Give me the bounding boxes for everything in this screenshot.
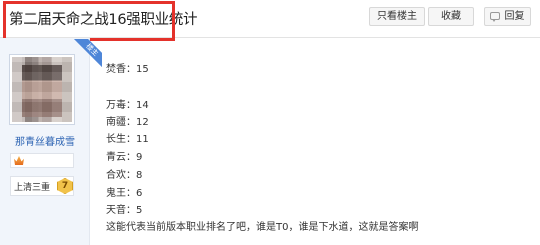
- post-line: 青云：9: [106, 152, 143, 163]
- post-line: 合欢：8: [106, 170, 143, 181]
- avatar[interactable]: [9, 54, 75, 125]
- author-badge-label: 楼主: [72, 39, 102, 69]
- reply-button-label: 回复: [504, 11, 525, 22]
- post-line: 南疆：12: [106, 117, 149, 128]
- avatar-image: [12, 57, 72, 122]
- only-author-button[interactable]: 只看楼主: [369, 7, 425, 26]
- reply-button[interactable]: 回复: [484, 7, 531, 26]
- favorite-button[interactable]: 收藏: [428, 7, 474, 26]
- post-line: 鬼王：6: [106, 188, 143, 199]
- post-line: 这能代表当前版本职业排名了吧，谁是T0，谁是下水道，这就是答案啊: [106, 222, 419, 233]
- title-highlight-box: [3, 1, 175, 41]
- crown-icon[interactable]: [14, 156, 24, 165]
- level-name: 上清三重: [14, 183, 51, 193]
- level-badge-icon: 7: [57, 178, 73, 194]
- username-link[interactable]: 那青丝暮成雪: [0, 133, 90, 148]
- author-corner-badge: 楼主: [72, 39, 102, 69]
- user-level: 上清三重 7: [10, 176, 74, 196]
- post-line: 焚香：15: [106, 64, 149, 75]
- user-icon-row: [10, 153, 74, 168]
- reply-icon: [490, 12, 500, 22]
- post-line: 长生：11: [106, 134, 149, 145]
- post-line: 万毒：14: [106, 100, 149, 111]
- post-line: 天音：5: [106, 205, 143, 216]
